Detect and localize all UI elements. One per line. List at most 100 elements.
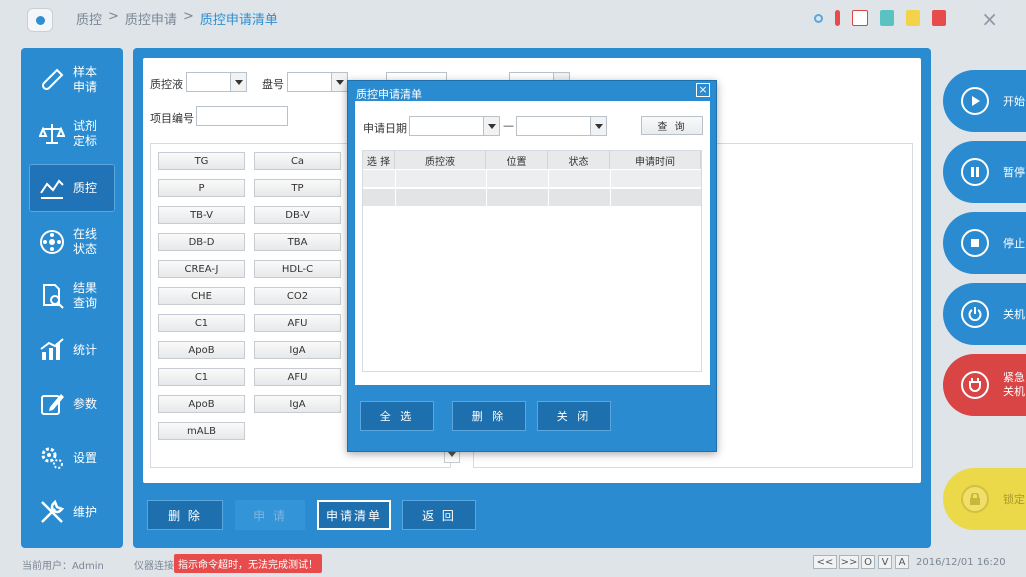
sidebar-item-statistics[interactable]: 统计 [29, 326, 115, 374]
v-button[interactable]: V [878, 555, 892, 569]
sidebar-item-sample[interactable]: 样本申请 [29, 56, 115, 104]
start-button[interactable]: 开始 [943, 70, 1026, 132]
cell-divider [395, 170, 396, 188]
test-item-button[interactable]: AFU [254, 368, 341, 386]
apply-list-button[interactable]: 申请清单 [317, 500, 391, 530]
sidebar-item-parameters[interactable]: 参数 [29, 380, 115, 428]
sidebar-item-label: 质控 [73, 180, 98, 195]
test-item-button[interactable]: CO2 [254, 287, 341, 305]
breadcrumb-separator: > [182, 9, 194, 24]
sidebar-item-label: 设置 [73, 450, 98, 465]
pause-button[interactable]: 暂停 [943, 141, 1026, 203]
stop-button[interactable]: 停止 [943, 212, 1026, 274]
date-range-dash: — [503, 119, 514, 132]
end-date-picker[interactable] [516, 116, 607, 136]
select-all-button[interactable]: 全 选 [360, 401, 434, 431]
test-item-button[interactable]: TBA [254, 233, 341, 251]
sidebar-item-online-status[interactable]: 在线状态 [29, 218, 115, 266]
apply-button[interactable]: 申 请 [235, 500, 305, 530]
sidebar-item-label: 试剂定标 [73, 119, 98, 148]
query-button[interactable]: 查 询 [641, 116, 703, 135]
emergency-shutdown-button[interactable]: 紧急关机 [943, 354, 1026, 416]
test-item-button[interactable]: TP [254, 179, 341, 197]
title-bar: 质控 > 质控申请 > 质控申请清单 × [0, 0, 1026, 40]
item-no-input[interactable] [196, 106, 288, 126]
test-item-button[interactable]: HDL-C [254, 260, 341, 278]
cell-divider [486, 170, 487, 188]
delete-button[interactable]: 删 除 [147, 500, 223, 530]
test-item-button[interactable]: ApoB [158, 341, 245, 359]
column-header: 选 择 [363, 151, 395, 169]
lock-button[interactable]: 锁定 [943, 468, 1026, 530]
test-item-button[interactable]: CHE [158, 287, 245, 305]
cell-divider [610, 189, 611, 207]
sidebar-item-label: 样本申请 [73, 65, 98, 94]
test-item-button[interactable]: C1 [158, 368, 245, 386]
dialog-delete-button[interactable]: 删 除 [452, 401, 526, 431]
sidebar-item-label: 在线状态 [73, 227, 98, 256]
test-item-button[interactable]: TG [158, 152, 245, 170]
chevron-down-icon[interactable] [331, 73, 347, 91]
sidebar-item-qc[interactable]: 质控 [29, 164, 115, 212]
window-close-icon[interactable]: × [981, 7, 998, 31]
a-button[interactable]: A [895, 555, 909, 569]
tools-icon [37, 497, 67, 527]
shutdown-button[interactable]: 关机 [943, 283, 1026, 345]
stop-icon [961, 229, 989, 257]
breadcrumb-current: 质控申请清单 [199, 13, 278, 28]
carousel-icon [37, 227, 67, 257]
sidebar-item-results[interactable]: 结果查询 [29, 272, 115, 320]
nav-first-button[interactable]: << [813, 555, 837, 569]
test-item-button[interactable]: P [158, 179, 245, 197]
pause-icon [961, 158, 989, 186]
sidebar-item-settings[interactable]: 设置 [29, 434, 115, 482]
table-row[interactable] [363, 189, 701, 207]
cell-divider [548, 189, 549, 207]
scale-icon [37, 119, 67, 149]
test-item-button[interactable]: DB-V [254, 206, 341, 224]
dialog-body: 申请日期 — 查 询 选 择 质控液 位置 状态 申请时间 [355, 101, 710, 385]
doc-search-icon [37, 281, 67, 311]
tray-select[interactable] [287, 72, 348, 92]
chevron-down-icon[interactable] [590, 117, 606, 135]
nav-last-button[interactable]: >> [839, 555, 859, 569]
line-chart-icon [37, 173, 67, 203]
test-item-button[interactable]: CREA-J [158, 260, 245, 278]
apply-date-label: 申请日期 [363, 122, 407, 135]
app-logo [27, 8, 53, 32]
test-item-button[interactable]: AFU [254, 314, 341, 332]
close-icon[interactable]: × [696, 83, 710, 97]
test-item-button[interactable]: ApoB [158, 395, 245, 413]
sidebar-item-calibration[interactable]: 试剂定标 [29, 110, 115, 158]
qc-liquid-select[interactable] [186, 72, 247, 92]
cell-divider [548, 170, 549, 188]
shutdown-label: 关机 [1003, 308, 1025, 321]
back-button[interactable]: 返 回 [402, 500, 476, 530]
test-item-button[interactable]: Ca [254, 152, 341, 170]
test-item-button[interactable]: IgA [254, 395, 341, 413]
test-item-button[interactable]: IgA [254, 341, 341, 359]
power-icon [961, 300, 989, 328]
dialog-close-button[interactable]: 关 闭 [537, 401, 611, 431]
status-bar: 当前用户：Admin 仪器连接 指示命令超时，无法完成测试！ << >> O V… [0, 550, 1026, 577]
test-item-button[interactable]: TB-V [158, 206, 245, 224]
plug-icon [961, 371, 989, 399]
test-tube-icon [37, 65, 67, 95]
test-item-button[interactable]: C1 [158, 314, 245, 332]
test-item-button[interactable]: mALB [158, 422, 245, 440]
test-item-button[interactable]: DB-D [158, 233, 245, 251]
column-header: 申请时间 [610, 151, 701, 169]
o-button[interactable]: O [861, 555, 875, 569]
breadcrumb-item[interactable]: 质控 [76, 9, 102, 28]
edit-icon [37, 389, 67, 419]
datetime: 2016/12/01 16:20 [916, 557, 1006, 568]
table-row[interactable] [363, 170, 701, 188]
chevron-down-icon[interactable] [483, 117, 499, 135]
chevron-down-icon[interactable] [230, 73, 246, 91]
column-header: 状态 [548, 151, 610, 169]
start-date-picker[interactable] [409, 116, 500, 136]
apply-list-table: 选 择 质控液 位置 状态 申请时间 [362, 150, 702, 372]
breadcrumb-item[interactable]: 质控申请 [125, 9, 177, 28]
sidebar-item-maintenance[interactable]: 维护 [29, 488, 115, 536]
cell-divider [610, 170, 611, 188]
